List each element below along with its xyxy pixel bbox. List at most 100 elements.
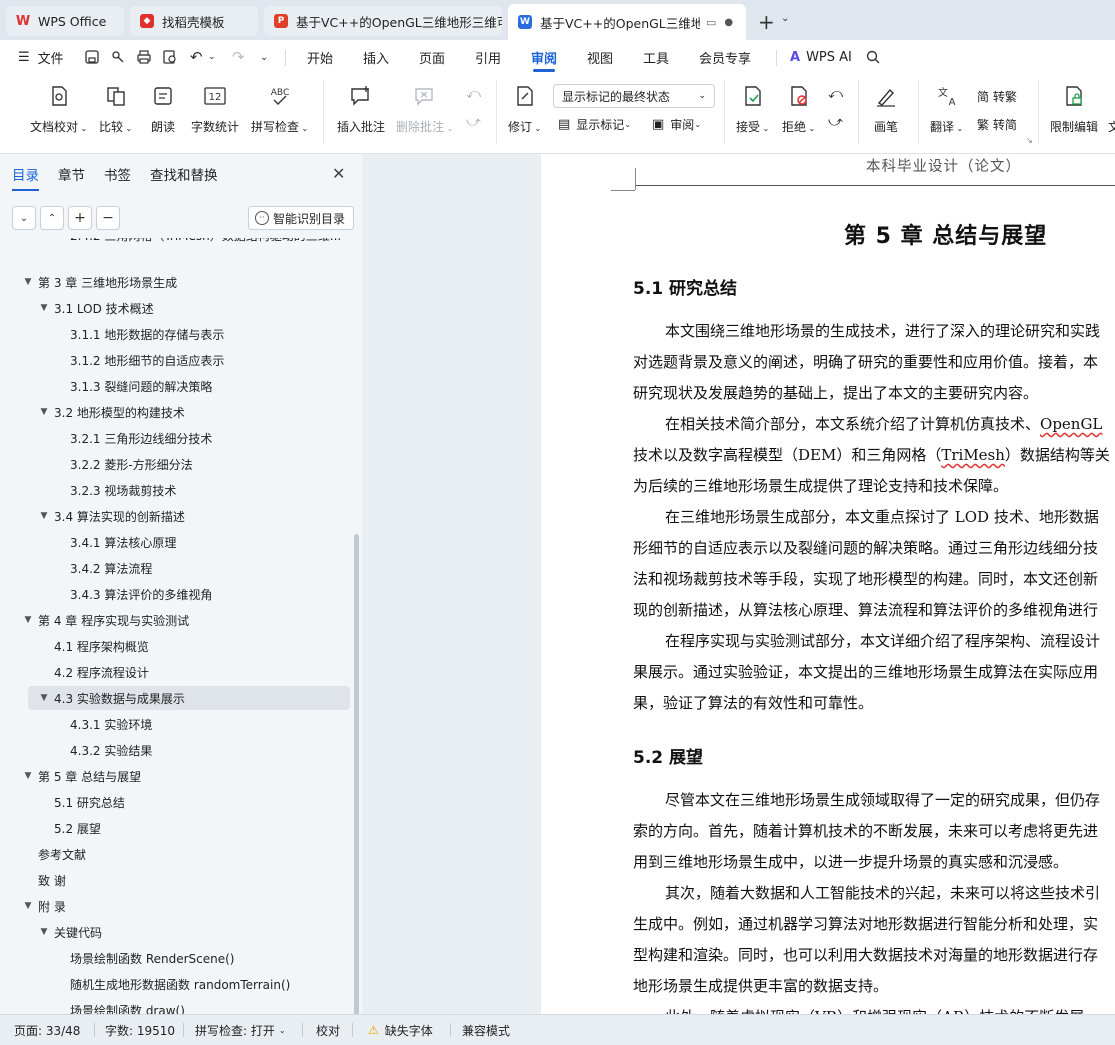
reject-button[interactable]: 拒绝 ⌄: [782, 84, 815, 135]
monitor-icon[interactable]: ▭: [706, 16, 716, 29]
toc-item[interactable]: 4.2 程序流程设计: [54, 660, 149, 684]
toc-item[interactable]: ▼ 3.4 算法实现的创新描述: [38, 504, 185, 528]
toc-item[interactable]: ▼ 3.2 地形模型的构建技术: [38, 400, 185, 424]
close-icon[interactable]: ✕: [332, 164, 345, 183]
expand-arrow-icon[interactable]: ▼: [22, 277, 34, 287]
prev-comment-icon[interactable]: ⤺: [466, 86, 481, 102]
expand-arrow-icon[interactable]: ▼: [38, 511, 50, 521]
undo-icon[interactable]: ↶: [190, 48, 203, 66]
prev-change-icon[interactable]: ⤺: [828, 86, 843, 102]
page-indicator[interactable]: 页面: 33/48: [14, 1015, 80, 1045]
unsaved-dot-icon[interactable]: ●: [724, 17, 733, 28]
toc-item[interactable]: 3.4.2 算法流程: [70, 556, 152, 580]
markup-state-select[interactable]: 显示标记的最终状态 ⌄: [553, 84, 715, 108]
word-count-indicator[interactable]: 字数: 19510: [105, 1015, 175, 1045]
to-simplified-button[interactable]: 繁 转简: [977, 116, 1017, 133]
expand-arrow-icon[interactable]: ▼: [38, 927, 50, 937]
toc-item[interactable]: ▼ 第 3 章 三维地形场景生成: [22, 270, 178, 294]
toc-item[interactable]: ▼ 附 录: [22, 894, 66, 918]
next-comment-icon[interactable]: ⤻: [466, 114, 481, 130]
print-icon[interactable]: [136, 49, 152, 65]
toc-item[interactable]: 5.1 研究总结: [54, 790, 125, 814]
insert-comment-button[interactable]: 插入批注: [337, 84, 385, 135]
menu-start[interactable]: 开始: [307, 40, 333, 74]
tab-bookmarks[interactable]: 书签: [104, 164, 131, 184]
restrict-edit-button[interactable]: 限制编辑: [1050, 84, 1098, 135]
spelling-flag[interactable]: OpenGL: [1040, 415, 1102, 433]
spell-check-button[interactable]: ABC 拼写检查 ⌄: [251, 84, 308, 135]
menu-view[interactable]: 视图: [587, 40, 613, 74]
tab-sections[interactable]: 章节: [58, 164, 85, 184]
export-icon[interactable]: [110, 49, 126, 65]
toc-item[interactable]: 随机生成地形数据函数 randomTerrain(): [70, 972, 290, 996]
expand-up-button[interactable]: ⌃: [40, 206, 64, 230]
tab-pdf-doc[interactable]: P 基于VC++的OpenGL三维地形三维可: [264, 6, 502, 36]
read-aloud-button[interactable]: 朗读: [151, 84, 175, 135]
compare-button[interactable]: 比较 ⌄: [99, 84, 132, 135]
revise-button[interactable]: 修订 ⌄: [508, 84, 541, 135]
tab-toc[interactable]: 目录: [12, 164, 39, 191]
redo-icon[interactable]: ↷: [232, 48, 245, 66]
toc-item[interactable]: 3.2.2 菱形-方形细分法: [70, 452, 193, 476]
toc-item[interactable]: 3.1.3 裂缝问题的解决策略: [70, 374, 212, 398]
toc-item[interactable]: 3.4.3 算法评价的多维视角: [70, 582, 212, 606]
print-preview-icon[interactable]: [162, 49, 178, 65]
new-tab-icon[interactable]: +: [758, 10, 775, 34]
tab-writer-doc[interactable]: W 基于VC++的OpenGL三维地形 ▭ ●: [508, 4, 746, 40]
menu-reference[interactable]: 引用: [475, 40, 501, 74]
toc-item[interactable]: ▼ 3.1 LOD 技术概述: [38, 296, 154, 320]
toc-item[interactable]: 致 谢: [38, 868, 66, 892]
tab-docer[interactable]: ◆ 找稻壳模板: [130, 6, 258, 36]
proof-status[interactable]: 校对: [316, 1015, 340, 1045]
menu-page[interactable]: 页面: [419, 40, 445, 74]
toc-item[interactable]: 4.1 程序架构概览: [54, 634, 149, 658]
menu-tools[interactable]: 工具: [643, 40, 669, 74]
word-count-button[interactable]: 12 字数统计: [191, 84, 239, 135]
expand-arrow-icon[interactable]: ▼: [22, 901, 34, 911]
spelling-flag[interactable]: TriMesh: [941, 446, 1005, 464]
missing-font-status[interactable]: ⚠ 缺失字体: [368, 1015, 433, 1045]
pen-button[interactable]: 画笔: [874, 84, 898, 135]
toc-item[interactable]: ▼ 关键代码: [38, 920, 102, 944]
smart-toc-button[interactable]: ·· 智能识别目录: [248, 206, 355, 230]
collapse-all-button[interactable]: ⌄: [12, 206, 36, 230]
remove-heading-button[interactable]: −: [96, 206, 120, 230]
to-traditional-button[interactable]: 简 转繁: [977, 88, 1017, 105]
toc-item[interactable]: 3.1.2 地形细节的自适应表示: [70, 348, 224, 372]
add-heading-button[interactable]: +: [68, 206, 92, 230]
toc-item[interactable]: 5.2 展望: [54, 816, 101, 840]
toc-item[interactable]: 4.3.2 实验结果: [70, 738, 152, 762]
toc-item[interactable]: ▼ 4.3 实验数据与成果展示: [38, 686, 185, 710]
quick-access-more-icon[interactable]: ⌄: [260, 52, 268, 63]
accept-button[interactable]: 接受 ⌄: [736, 84, 769, 135]
file-menu[interactable]: ☰ 文件: [18, 40, 64, 74]
undo-dropdown-icon[interactable]: ⌄: [208, 52, 216, 62]
toc-item[interactable]: 3.1.1 地形数据的存储与表示: [70, 322, 224, 346]
menu-member[interactable]: 会员专享: [699, 40, 751, 74]
translate-button[interactable]: 文A 翻译 ⌄: [930, 84, 963, 135]
expand-arrow-icon[interactable]: ▼: [38, 693, 50, 703]
next-change-icon[interactable]: ⤻: [828, 114, 843, 130]
toc-item[interactable]: 场景绘制函数 RenderScene(): [70, 946, 235, 970]
review-pane-button[interactable]: ▣ 审阅 ⌄: [652, 116, 701, 133]
toc-item[interactable]: 3.4.1 算法核心原理: [70, 530, 176, 554]
doc-proof-button[interactable]: 文档校对 ⌄: [30, 84, 87, 135]
expand-arrow-icon[interactable]: ▼: [38, 407, 50, 417]
toc-item[interactable]: 4.3.1 实验环境: [70, 712, 152, 736]
show-markup-button[interactable]: ▤ 显示标记 ⌄: [558, 116, 631, 133]
toc-scrollbar[interactable]: [354, 534, 359, 1016]
expand-arrow-icon[interactable]: ▼: [22, 771, 34, 781]
more-ribbon-button[interactable]: 文: [1108, 84, 1115, 135]
chevron-down-icon[interactable]: ⌄: [781, 13, 789, 24]
group-expand-icon[interactable]: ↘: [1026, 136, 1033, 145]
wps-ai-button[interactable]: A WPS AI: [790, 40, 852, 74]
toc-item[interactable]: 3.2.1 三角形边线细分技术: [70, 426, 212, 450]
delete-comment-button[interactable]: 删除批注 ⌄: [396, 84, 453, 135]
toc-item[interactable]: ▼ 第 5 章 总结与展望: [22, 764, 142, 788]
toc-item[interactable]: 场景绘制函数 draw(): [70, 998, 185, 1015]
toc-item[interactable]: 3.2.3 视场裁剪技术: [70, 478, 176, 502]
toc-item[interactable]: 参考文献: [38, 842, 86, 866]
toc-item[interactable]: 2.4.2 三角网格（TriMesh）数据结构驱动的三维...: [70, 238, 341, 254]
toc-item[interactable]: ▼ 第 4 章 程序实现与实验测试: [22, 608, 190, 632]
save-icon[interactable]: [84, 49, 100, 65]
